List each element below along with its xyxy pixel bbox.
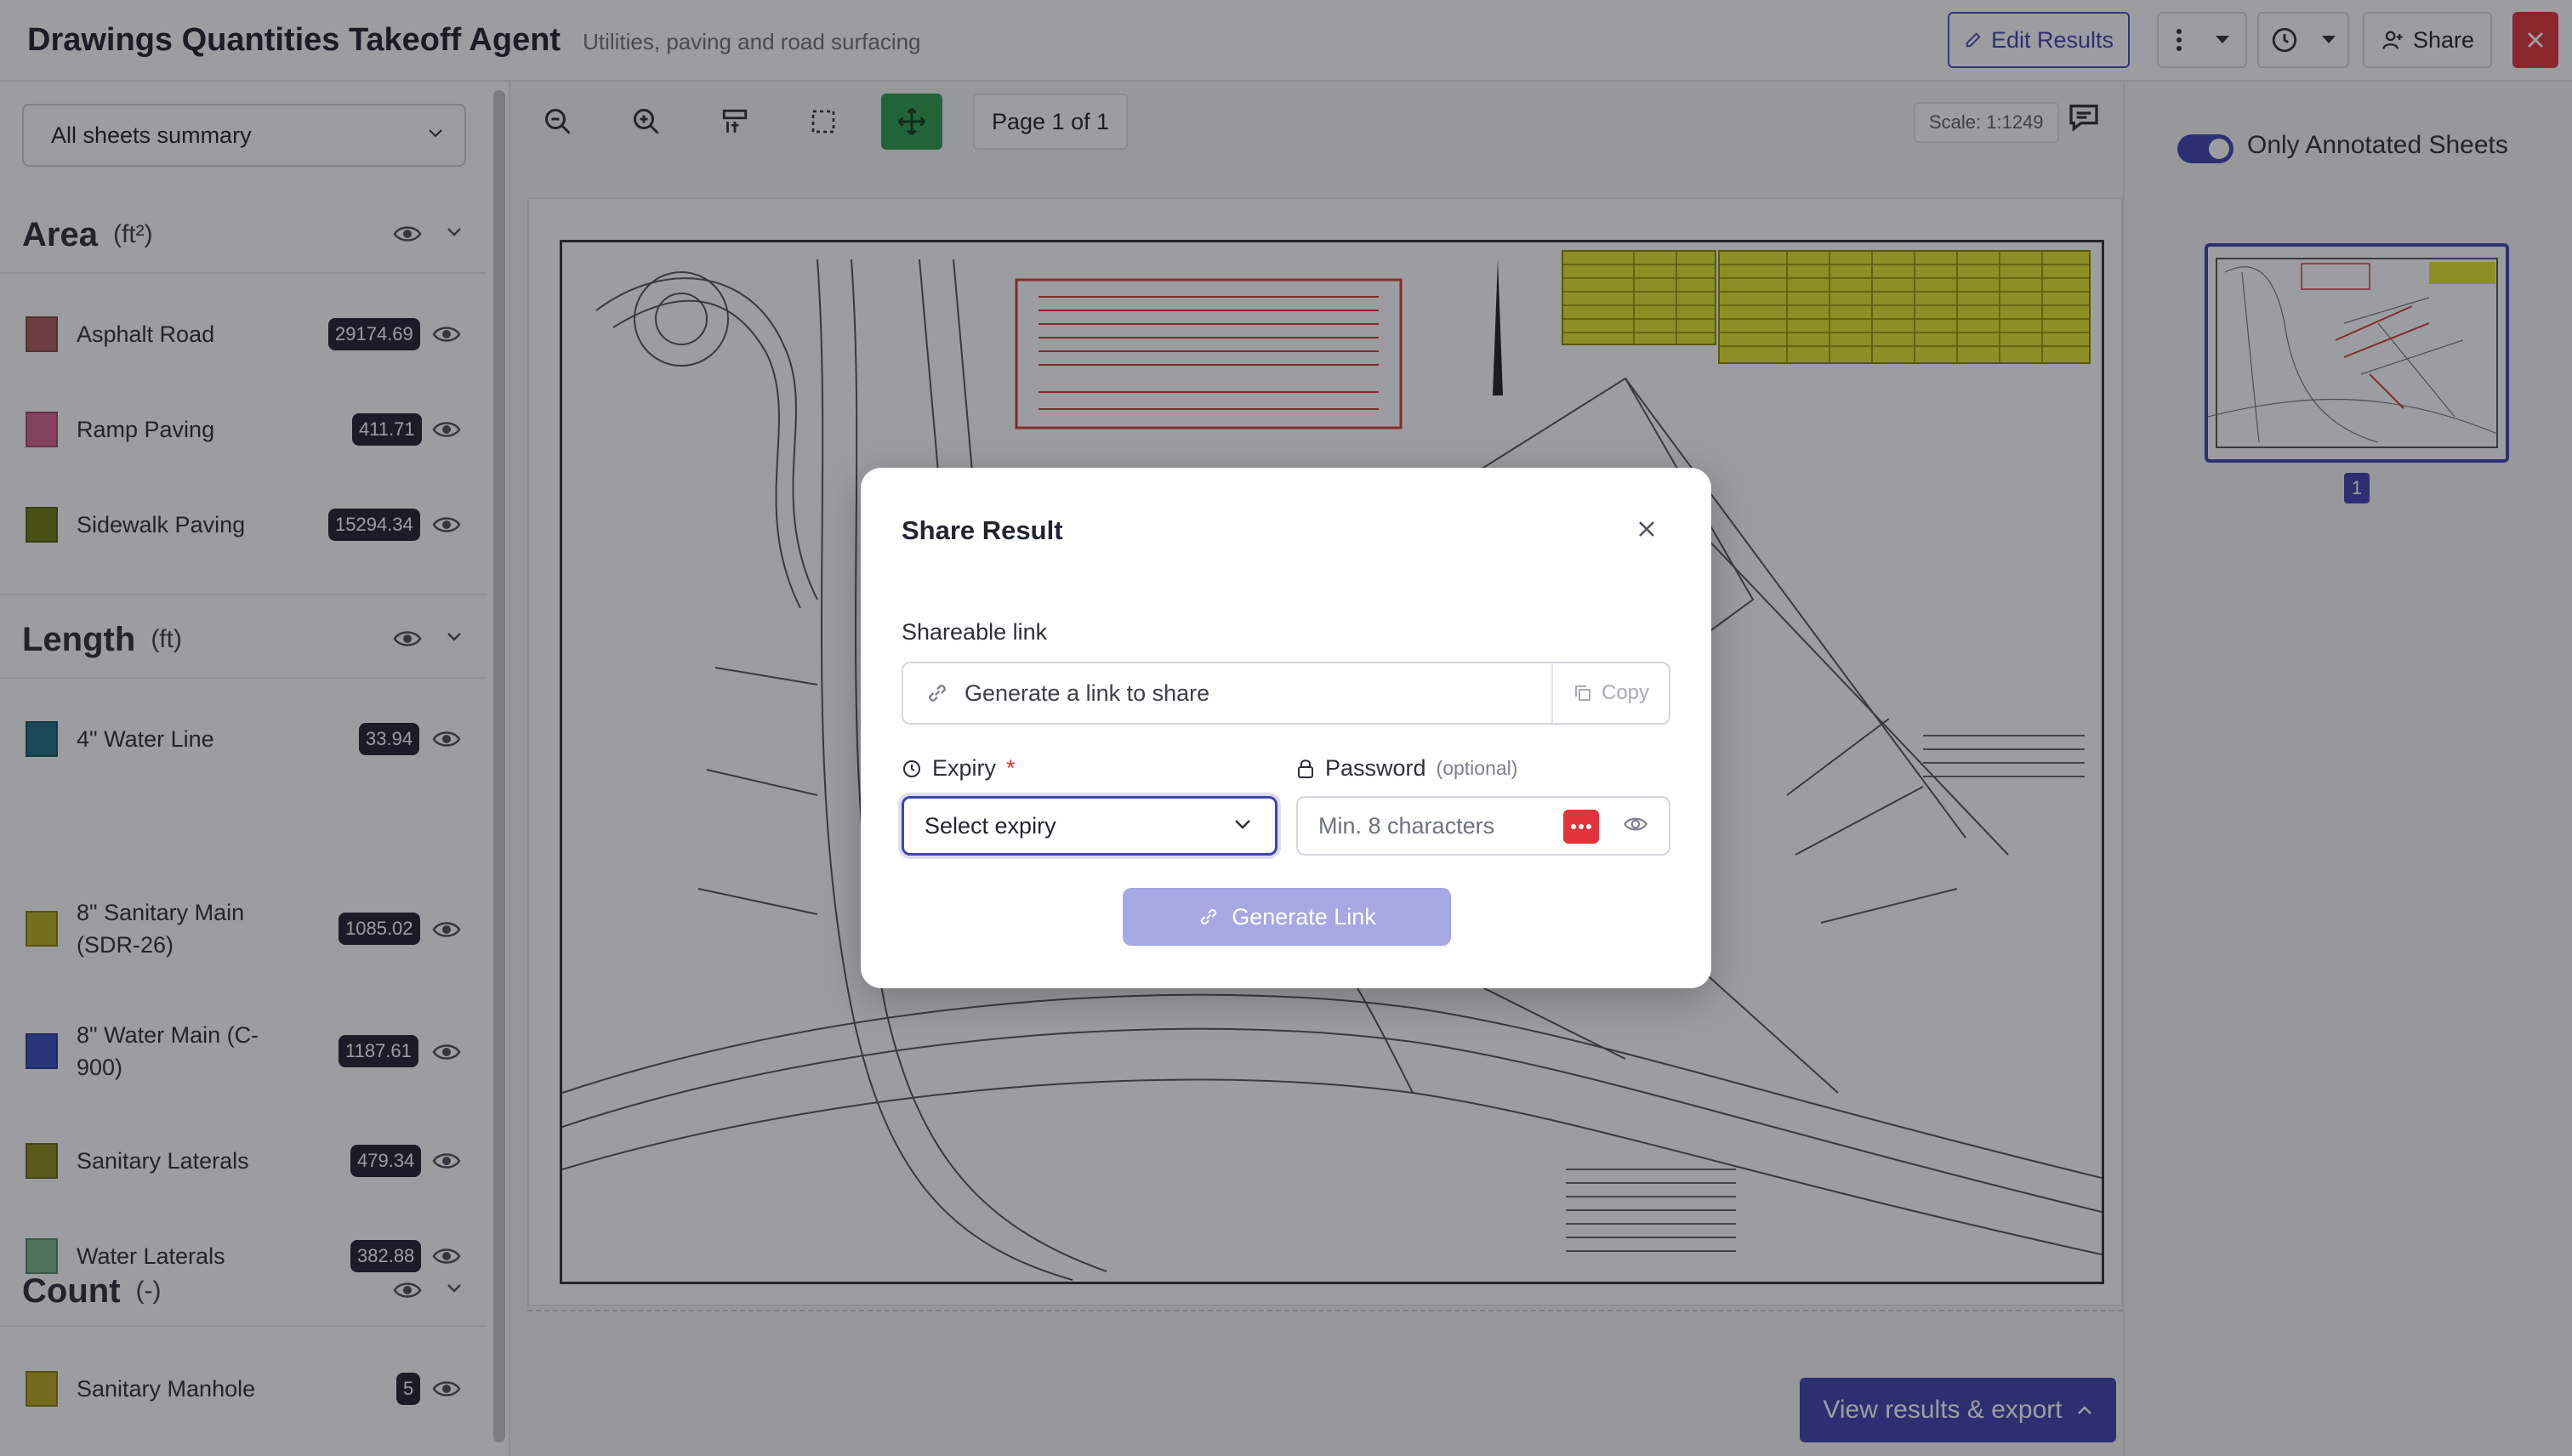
expiry-label-text: Expiry xyxy=(932,755,997,781)
link-icon xyxy=(925,681,949,705)
chevron-down-icon xyxy=(1232,817,1253,831)
password-label-text: Password xyxy=(1325,755,1426,781)
close-icon xyxy=(1636,519,1657,539)
share-result-dialog: Share Result Shareable link Generate a l… xyxy=(861,468,1711,988)
dots-icon xyxy=(1570,823,1592,830)
password-generator-button[interactable] xyxy=(1563,810,1599,844)
expiry-select[interactable]: Select expiry xyxy=(902,796,1277,856)
optional-marker: (optional) xyxy=(1436,757,1518,779)
password-label: Password (optional) xyxy=(1296,755,1517,782)
shareable-link-placeholder: Generate a link to share xyxy=(964,680,1210,706)
expiry-select-value: Select expiry xyxy=(925,812,1056,839)
required-marker: * xyxy=(1006,755,1016,781)
copy-icon xyxy=(1573,683,1593,703)
lock-icon xyxy=(1296,759,1315,779)
password-input[interactable]: Min. 8 characters xyxy=(1296,796,1670,856)
expiry-label: Expiry * xyxy=(902,755,1016,782)
show-password-icon[interactable] xyxy=(1623,815,1648,833)
link-icon xyxy=(1198,906,1220,928)
dialog-title: Share Result xyxy=(902,515,1063,545)
copy-label: Copy xyxy=(1601,681,1650,704)
generate-link-label: Generate Link xyxy=(1232,903,1376,930)
clock-icon xyxy=(902,759,922,779)
shareable-link-label: Shareable link xyxy=(902,619,1048,645)
password-placeholder: Min. 8 characters xyxy=(1318,812,1495,839)
generate-link-button[interactable]: Generate Link xyxy=(1123,888,1451,946)
copy-button[interactable]: Copy xyxy=(1551,663,1669,723)
dialog-close-button[interactable] xyxy=(1630,512,1664,546)
shareable-link-field: Generate a link to share Copy xyxy=(902,662,1670,725)
